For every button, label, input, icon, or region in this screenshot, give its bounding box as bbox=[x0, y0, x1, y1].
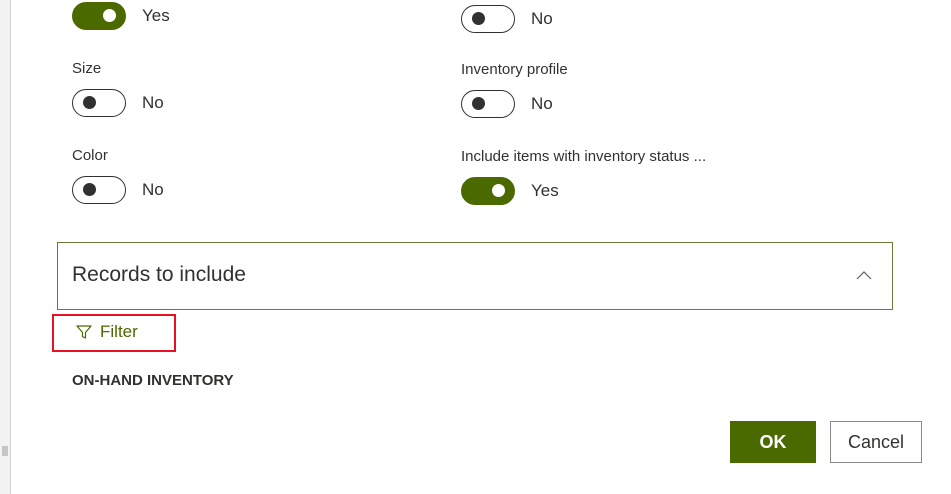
filter-button[interactable]: Filter bbox=[76, 322, 138, 342]
inventory-profile-toggle[interactable] bbox=[461, 90, 515, 118]
filter-icon bbox=[76, 325, 92, 339]
include-items-toggle[interactable] bbox=[461, 177, 515, 205]
filter-label: Filter bbox=[100, 322, 138, 341]
toggle-knob bbox=[492, 184, 505, 197]
left-rail bbox=[0, 0, 11, 494]
field-top-left: Yes bbox=[72, 2, 170, 30]
toggle-knob bbox=[472, 12, 485, 25]
cancel-button[interactable]: Cancel bbox=[830, 421, 922, 463]
toggle-top-right-value: No bbox=[531, 9, 553, 28]
records-to-include-section[interactable]: Records to include bbox=[57, 242, 893, 310]
ok-button[interactable]: OK bbox=[730, 421, 816, 463]
inventory-profile-toggle-value: No bbox=[531, 94, 553, 113]
chevron-up-icon[interactable] bbox=[856, 270, 872, 280]
field-top-right: No bbox=[461, 5, 553, 33]
toggle-knob bbox=[83, 96, 96, 109]
field-color: Color No bbox=[72, 145, 164, 204]
size-label: Size bbox=[72, 60, 102, 77]
size-toggle[interactable] bbox=[72, 89, 126, 117]
include-items-toggle-value: Yes bbox=[531, 181, 559, 200]
section-title: Records to include bbox=[72, 263, 246, 286]
size-toggle-value: No bbox=[142, 93, 164, 112]
field-size: Size No bbox=[72, 58, 164, 117]
color-toggle[interactable] bbox=[72, 176, 126, 204]
field-inventory-profile: Inventory profile No bbox=[461, 59, 568, 118]
toggle-top-left-value: Yes bbox=[142, 6, 170, 25]
on-hand-inventory-heading: ON-HAND INVENTORY bbox=[72, 372, 234, 389]
rail-marker bbox=[2, 446, 8, 456]
include-items-label: Include items with inventory status ... bbox=[461, 148, 707, 165]
toggle-knob bbox=[103, 9, 116, 22]
inventory-profile-label: Inventory profile bbox=[461, 61, 568, 78]
toggle-knob bbox=[472, 97, 485, 110]
field-include-items: Include items with inventory status ... … bbox=[461, 146, 706, 205]
toggle-top-right[interactable] bbox=[461, 5, 515, 33]
color-label: Color bbox=[72, 147, 108, 164]
toggle-knob bbox=[83, 183, 96, 196]
color-toggle-value: No bbox=[142, 180, 164, 199]
toggle-top-left[interactable] bbox=[72, 2, 126, 30]
